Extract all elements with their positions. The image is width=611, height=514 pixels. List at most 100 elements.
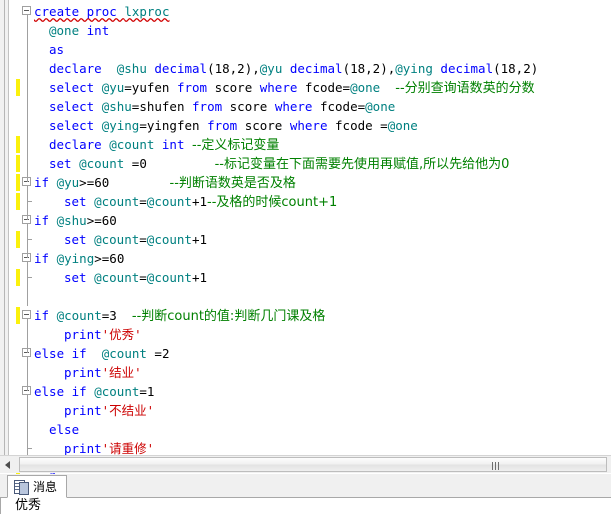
code-token-var: @one — [387, 118, 418, 133]
code-token-kw: from — [207, 118, 238, 133]
fold-guide-line — [27, 186, 28, 220]
code-token-kw: set — [49, 156, 72, 171]
code-token-id: +1 — [191, 194, 208, 209]
code-token-var: @count — [79, 156, 125, 171]
change-bar — [16, 136, 20, 153]
code-token-var: @ying — [101, 118, 140, 133]
code-token-var: @count — [94, 384, 140, 399]
code-token-id — [147, 156, 215, 171]
code-token-num: 2 — [161, 346, 170, 361]
horizontal-scrollbar-thumb[interactable] — [19, 457, 607, 472]
code-token-kw: print — [64, 441, 102, 456]
code-token-var: @count — [56, 308, 102, 323]
code-token-num: 60 — [101, 213, 117, 228]
code-token-kw: print — [64, 327, 102, 342]
code-token-kw: set — [64, 194, 87, 209]
tab-messages[interactable]: 消息 — [7, 475, 68, 498]
code-token-id: fcode= — [297, 80, 351, 95]
code-token-str: '请重修' — [101, 441, 155, 456]
code-token-id — [94, 118, 102, 133]
code-token-var: @ying — [395, 61, 433, 76]
sql-editor-pane[interactable]: create proc lxproc @one int as declare @shu… — [0, 0, 611, 495]
code-token-id — [72, 156, 80, 171]
code-token-id: >= — [79, 175, 95, 190]
code-token-id: = — [139, 194, 147, 209]
code-token-var: @count — [94, 194, 140, 209]
code-token-kw: from — [176, 80, 208, 95]
code-token-id: >= — [94, 251, 110, 266]
code-token-id — [87, 346, 102, 361]
code-token-kw: print — [64, 365, 102, 380]
code-token-var: @one — [49, 23, 80, 38]
code-token-id — [109, 175, 169, 190]
code-token-var: @yu — [259, 61, 283, 76]
left-arrow-glyph — [5, 461, 10, 469]
grip-dots-icon — [492, 462, 501, 470]
code-token-kw: decimal — [154, 61, 208, 76]
code-token-id: (18,2) — [493, 61, 539, 76]
code-line: set @count=@count+1 — [64, 268, 207, 287]
code-token-var: @count — [109, 137, 155, 152]
code-token-kw: as — [49, 42, 65, 57]
code-line: else if @count=1 — [34, 382, 154, 401]
code-token-cmt: --定义标记变量 — [192, 138, 280, 153]
code-line: set @count=@count+1 — [64, 230, 207, 249]
horizontal-scrollbar[interactable] — [0, 455, 611, 473]
change-bar — [16, 269, 20, 286]
code-line: as — [49, 40, 64, 59]
code-token-id: score — [207, 80, 260, 95]
code-token-id: = — [139, 384, 147, 399]
code-line: print'结业' — [64, 363, 142, 382]
code-token-id: = — [139, 270, 147, 285]
code-line: if @yu>=60 --判断语数英是否及格 — [34, 173, 296, 192]
code-token-var: @one — [365, 99, 396, 114]
fold-guide-line — [27, 319, 28, 353]
results-body[interactable]: 优秀 — [0, 498, 611, 514]
scroll-left-arrow-icon[interactable] — [0, 456, 17, 473]
code-token-cmt: --判断语数英是否及格 — [169, 176, 296, 191]
code-token-kw: if — [34, 251, 50, 266]
code-token-kw: if — [34, 213, 50, 228]
code-token-id — [87, 270, 95, 285]
code-line: if @ying>=60 — [34, 249, 124, 268]
code-token-id: =shufen — [131, 99, 193, 114]
results-output-text: 优秀 — [15, 498, 42, 513]
code-token-id — [282, 61, 290, 76]
code-token-kw: set — [64, 270, 87, 285]
code-token-id: =yingfen — [139, 118, 208, 133]
code-token-kw: select — [49, 80, 95, 95]
code-token-str: '优秀' — [101, 327, 142, 342]
code-token-kw: if — [34, 175, 50, 190]
vertical-scrollbar[interactable] — [0, 0, 9, 455]
messages-icon — [14, 479, 29, 495]
code-token-id — [49, 308, 57, 323]
tab-messages-label: 消息 — [33, 480, 58, 494]
code-token-var: @shu — [56, 213, 87, 228]
change-bar — [16, 307, 20, 324]
fold-collapse-box[interactable] — [22, 310, 31, 319]
code-token-id — [94, 99, 102, 114]
code-token-kw: int — [161, 137, 185, 152]
code-token-id: = — [139, 232, 147, 247]
code-folding-margin[interactable] — [22, 0, 34, 490]
code-token-id — [154, 137, 162, 152]
code-token-id — [49, 175, 57, 190]
code-token-id: (18,2), — [342, 61, 396, 76]
results-pane: 消息 优秀 — [0, 474, 611, 514]
fold-collapse-box[interactable] — [22, 6, 31, 15]
code-token-id — [49, 213, 57, 228]
code-text-area[interactable]: create proc lxproc @one int as declare @shu… — [34, 0, 611, 494]
change-bar — [16, 79, 20, 96]
code-line: set @count=@count+1--及格的时候count+1 — [64, 192, 337, 211]
code-token-id: score — [237, 118, 290, 133]
change-bar — [16, 174, 20, 191]
code-token-id — [184, 137, 192, 152]
code-token-cmt: --判断count的值:判断几门课及格 — [131, 309, 326, 324]
code-token-kw: declare — [49, 61, 102, 76]
code-token-id: =yufen — [124, 80, 177, 95]
vertical-scrollbar-track-line — [4, 0, 5, 455]
code-token-id — [49, 251, 57, 266]
code-token-kw: else if — [34, 384, 87, 399]
code-token-num: 3 — [109, 308, 117, 323]
code-token-kw: where — [289, 118, 328, 133]
